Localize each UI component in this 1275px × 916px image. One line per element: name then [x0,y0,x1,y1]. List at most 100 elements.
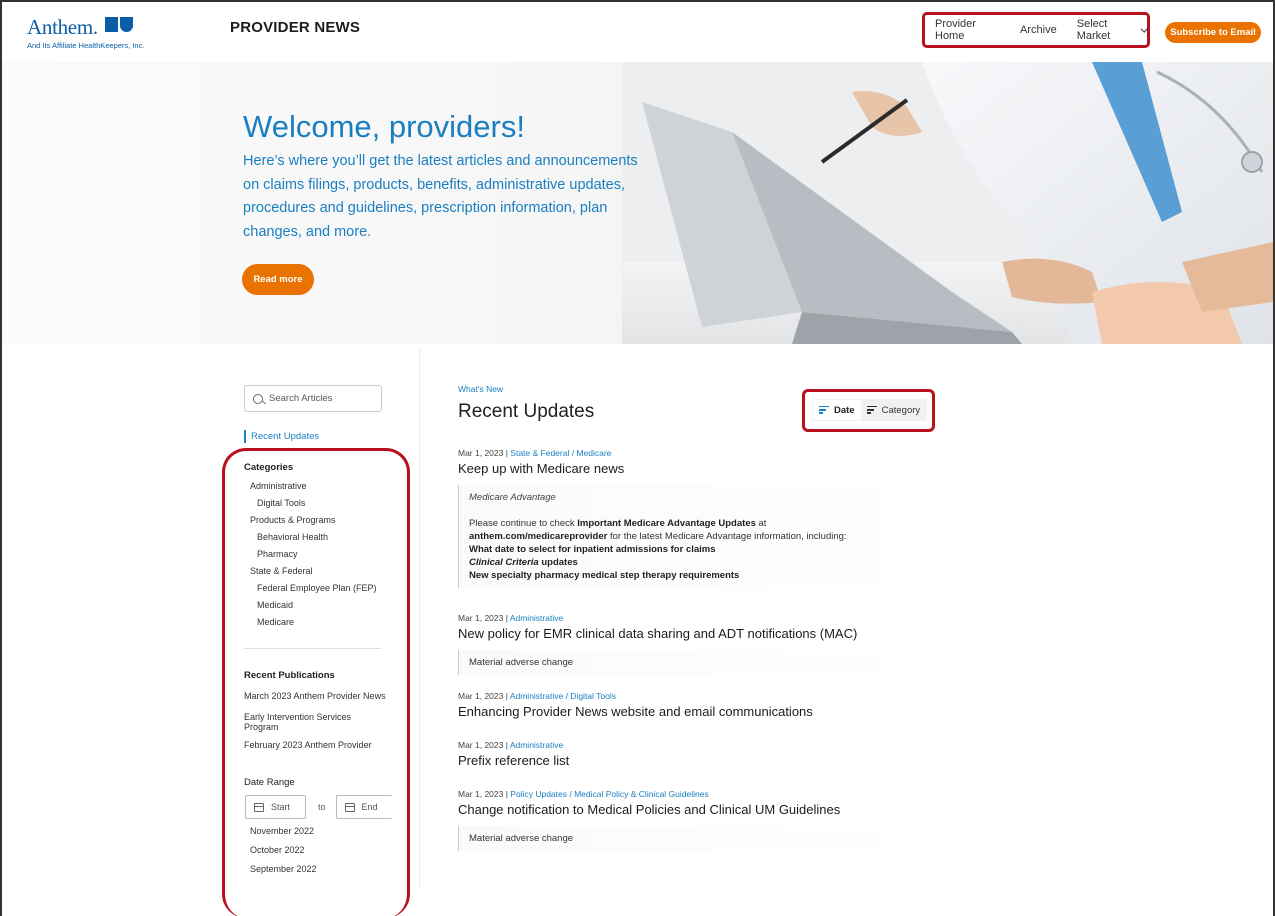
nav-provider-home[interactable]: Provider Home [935,18,1000,42]
article-excerpt: Material adverse change [458,650,928,675]
date-range-heading: Date Range [244,777,295,788]
publication-early-intervention[interactable]: Early Intervention Services Program [244,712,351,732]
article-bullet: New specialty pharmacy medical step ther… [469,569,928,588]
article-bullet: Clinical Criteria updates [469,556,928,569]
sort-by-category-button[interactable]: Category [861,400,927,420]
category-behavioral-health[interactable]: Behavioral Health [257,532,328,542]
publication-march-2023[interactable]: March 2023 Anthem Provider News [244,691,386,701]
article-category-link[interactable]: Policy Updates / Medical Policy & Clinic… [510,789,708,799]
bold-text: What date to select for inpatient admiss… [469,544,716,555]
category-digital-tools[interactable]: Digital Tools [257,498,305,508]
month-september-2022[interactable]: September 2022 [250,864,317,874]
nav-archive[interactable]: Archive [1020,24,1057,36]
category-products-programs[interactable]: Products & Programs [250,515,336,525]
sort-by-date-button[interactable]: Date [813,400,861,420]
publication-line: Program [244,722,279,732]
month-october-2022[interactable]: October 2022 [250,845,305,855]
month-november-2022[interactable]: November 2022 [250,826,314,836]
article-category-link[interactable]: State & Federal / Medicare [510,448,611,458]
date-end-label: End [361,802,378,812]
article-meta: Mar 1, 2023 | Administrative [458,740,928,750]
article-bullet: What date to select for inpatient admiss… [469,543,928,556]
nav-select-market[interactable]: Select Market [1076,18,1149,42]
calendar-icon [254,802,264,812]
article-category-link[interactable]: Administrative [510,613,563,623]
date-to-label: to [318,802,326,812]
anthem-logo[interactable]: Anthem. And Its Affiliate HealthKeepers,… [27,15,144,50]
text: for the latest Medicare Advantage inform… [607,531,847,542]
category-pharmacy[interactable]: Pharmacy [257,549,298,559]
article-title-link[interactable]: Keep up with Medicare news [458,461,928,476]
article-title-link[interactable]: Change notification to Medical Policies … [458,802,928,817]
article-category-link[interactable]: Administrative [510,740,563,750]
categories-heading: Categories [244,462,294,473]
article-paragraph: anthem.com/medicareprovider for the late… [469,530,928,543]
site-title: PROVIDER NEWS [230,19,361,36]
hero-description: Here’s where you’ll get the latest artic… [243,153,638,240]
logo-wordmark: Anthem. [27,15,98,39]
site-header: Anthem. And Its Affiliate HealthKeepers,… [2,2,1273,62]
sort-category-label: Category [881,404,921,416]
logo-subtitle: And Its Affiliate HealthKeepers, Inc. [27,41,145,50]
bold-text: New specialty pharmacy medical step ther… [469,570,740,581]
doctor-laptop-illustration [622,62,1273,344]
hero-title: Welcome, providers! [243,109,525,144]
sidebar-separator [244,648,381,649]
search-input[interactable] [269,393,369,404]
article-item: Mar 1, 2023 | Administrative Prefix refe… [458,740,928,768]
category-medicare[interactable]: Medicare [257,617,294,627]
text: updates [538,557,578,568]
category-fep[interactable]: Federal Employee Plan (FEP) [257,583,377,593]
top-navigation: Provider Home Archive Select Market [922,12,1150,48]
page-title: Recent Updates [458,401,595,422]
bold-text: Important Medicare Advantage Updates [577,518,756,529]
article-item: Mar 1, 2023 | Administrative New policy … [458,613,928,675]
subscribe-email-button[interactable]: Subscribe to Email [1165,22,1261,43]
article-subtitle: Medicare Advantage [469,492,556,503]
search-articles[interactable] [244,385,382,412]
article-date: Mar 1, 2023 | [458,613,510,623]
article-meta: Mar 1, 2023 | Administrative [458,613,928,623]
sort-date-label: Date [834,404,855,416]
date-start-button[interactable]: Start [245,795,306,819]
article-item: Mar 1, 2023 | Policy Updates / Medical P… [458,789,928,851]
article-date: Mar 1, 2023 | [458,740,510,750]
category-administrative[interactable]: Administrative [250,481,307,491]
hero-banner: Welcome, providers! Here’s where you’ll … [2,62,1273,344]
sort-icon [819,406,829,414]
article-excerpt: Material adverse change [458,826,928,851]
select-market-label: Select Market [1076,18,1111,42]
text: at [755,518,767,529]
bold-link[interactable]: anthem.com/medicareprovider [469,531,607,542]
sort-toggle: Date Category [812,399,927,421]
article-item: Mar 1, 2023 | Administrative / Digital T… [458,691,928,719]
article-date: Mar 1, 2023 | [458,448,511,458]
article-title-link[interactable]: New policy for EMR clinical data sharing… [458,626,928,641]
category-medicaid[interactable]: Medicaid [257,600,293,610]
publications-heading: Recent Publications [244,670,335,681]
read-more-button[interactable]: Read more [242,264,314,295]
calendar-icon [344,802,355,812]
sort-icon [866,406,877,414]
publication-february-2023[interactable]: February 2023 Anthem Provider [244,740,372,750]
sidebar-recent-updates[interactable]: Recent Updates [244,430,319,443]
italic-text: Clinical Criteria [469,557,539,568]
category-state-federal[interactable]: State & Federal [250,566,313,576]
page-frame: Anthem. And Its Affiliate HealthKeepers,… [0,0,1275,916]
publication-line: Early Intervention Services [244,712,352,722]
date-start-label: Start [271,802,291,812]
article-excerpt: Medicare Advantage Please continue to ch… [458,485,928,588]
bcbs-logo-icon [105,17,135,37]
article-title-link[interactable]: Enhancing Provider News website and emai… [458,704,928,719]
date-range-picker: Start to End [245,795,392,819]
search-icon [253,393,263,404]
text: Please continue to check [469,518,578,529]
article-date: Mar 1, 2023 | [458,691,510,701]
article-item: Mar 1, 2023 | State & Federal / Medicare… [458,448,928,588]
date-end-button[interactable]: End [335,795,392,819]
article-meta: Mar 1, 2023 | State & Federal / Medicare [458,448,928,458]
article-title-link[interactable]: Prefix reference list [458,753,928,768]
article-category-link[interactable]: Administrative / Digital Tools [510,691,616,701]
breadcrumb[interactable]: What's New [458,384,503,394]
article-meta: Mar 1, 2023 | Policy Updates / Medical P… [458,789,928,799]
